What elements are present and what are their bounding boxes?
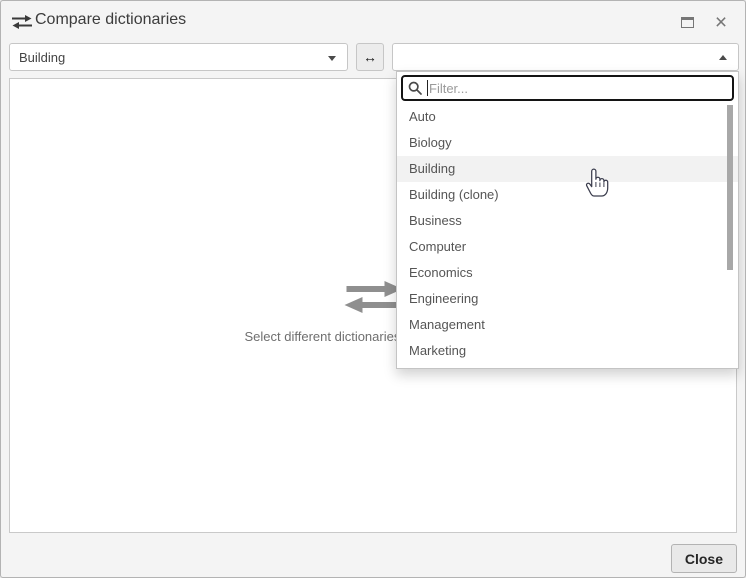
close-window-button[interactable]: × (708, 9, 734, 35)
dictionary-list-item-label: Business (409, 213, 462, 228)
dictionary-list-item[interactable]: Engineering (397, 286, 738, 312)
source-dictionary-select[interactable]: Building (9, 43, 348, 71)
compare-dictionaries-dialog: Compare dictionaries × Building ↔ Select… (0, 0, 746, 578)
dictionary-list-item[interactable]: Business (397, 208, 738, 234)
dictionary-list-item[interactable]: Marketing (397, 338, 738, 364)
maximize-icon (681, 17, 694, 28)
dictionary-list-item-label: Economics (409, 265, 473, 280)
swap-horizontal-icon: ↔ (363, 49, 377, 65)
filter-box[interactable] (401, 75, 734, 101)
dictionary-list-item-label: Marketing (409, 343, 466, 358)
caret-up-icon (719, 55, 727, 60)
target-dictionary-select[interactable] (392, 43, 739, 71)
close-icon: × (715, 12, 727, 33)
big-exchange-icon (344, 279, 402, 315)
search-icon (408, 81, 422, 95)
dictionary-list-item-label: Building (clone) (409, 187, 499, 202)
compare-arrows-icon (12, 14, 32, 30)
close-button[interactable]: Close (671, 544, 737, 573)
dictionary-dropdown-panel: Auto Biology Building Building (clone) B… (396, 71, 739, 369)
dictionary-list-item-label: Auto (409, 109, 436, 124)
dictionary-list-item-label: Engineering (409, 291, 478, 306)
dictionary-list-item[interactable]: Management (397, 312, 738, 338)
dictionary-list-item-label: Management (409, 317, 485, 332)
scrollbar-thumb[interactable] (727, 105, 733, 270)
dialog-titlebar: Compare dictionaries × (1, 1, 745, 41)
dictionary-list: Auto Biology Building Building (clone) B… (397, 104, 738, 364)
dictionary-list-item[interactable]: Computer (397, 234, 738, 260)
dictionary-list-item[interactable]: Auto (397, 104, 738, 130)
dictionary-list-item[interactable]: Building (397, 156, 738, 182)
dictionary-list-item[interactable]: Building (clone) (397, 182, 738, 208)
dictionary-list-item[interactable]: Biology (397, 130, 738, 156)
dictionary-list-item[interactable]: Economics (397, 260, 738, 286)
filter-wrap (397, 72, 738, 104)
dialog-title: Compare dictionaries (35, 11, 186, 29)
filter-input[interactable] (428, 78, 732, 98)
source-dictionary-value: Building (19, 50, 65, 65)
maximize-button[interactable] (674, 9, 700, 35)
swap-dictionaries-button[interactable]: ↔ (356, 43, 384, 71)
caret-down-icon (328, 56, 336, 61)
dictionary-list-item-label: Computer (409, 239, 466, 254)
dictionary-list-item-label: Building (409, 161, 455, 176)
dictionary-list-item-label: Biology (409, 135, 452, 150)
